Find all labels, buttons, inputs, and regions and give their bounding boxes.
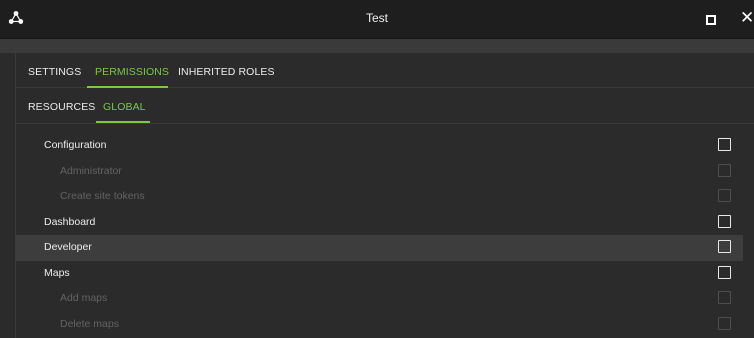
permission-row-configuration[interactable]: Configuration [16, 133, 743, 159]
permission-checkbox[interactable] [718, 214, 731, 228]
subtab-resources[interactable]: RESOURCES [28, 101, 95, 113]
main-tabs: SETTINGS PERMISSIONS INHERITED ROLES [16, 53, 754, 88]
permission-label: Add maps [60, 292, 108, 304]
tab-permissions[interactable]: PERMISSIONS [95, 66, 169, 78]
permission-label: Developer [44, 241, 92, 253]
sub-tabs: RESOURCES GLOBAL [16, 88, 754, 124]
subtab-global[interactable]: GLOBAL [103, 101, 146, 113]
active-subtab-indicator [96, 121, 150, 123]
permission-checkbox[interactable] [718, 189, 731, 202]
permissions-panel: SETTINGS PERMISSIONS INHERITED ROLES RES… [15, 53, 754, 338]
permission-row-developer[interactable]: Developer [16, 235, 743, 261]
toolbar-strip [0, 39, 754, 53]
permission-checkbox[interactable] [718, 138, 731, 151]
permission-row-delete-maps[interactable]: Delete maps [16, 312, 743, 338]
permission-checkbox[interactable] [718, 240, 731, 253]
role-editor-window: Test ✕ SETTINGS PERMISSIONS INHERITED RO… [0, 0, 754, 338]
permission-list: Configuration Administrator Create site … [16, 133, 754, 337]
permission-row-add-maps[interactable]: Add maps [16, 286, 743, 312]
title-bar: Test ✕ [0, 0, 754, 39]
permission-checkbox[interactable] [718, 163, 731, 177]
permission-label: Maps [44, 266, 70, 279]
permission-checkbox[interactable] [718, 291, 731, 304]
maximize-icon[interactable] [706, 15, 716, 25]
permission-label: Dashboard [44, 215, 96, 228]
permission-row-create-site-tokens[interactable]: Create site tokens [16, 184, 743, 210]
tab-settings[interactable]: SETTINGS [28, 66, 81, 78]
permission-label: Configuration [44, 139, 107, 151]
permission-label: Create site tokens [60, 190, 145, 202]
permission-checkbox[interactable] [718, 265, 731, 279]
window-title: Test [365, 11, 388, 25]
permission-row-dashboard[interactable]: Dashboard [16, 210, 743, 236]
permission-row-maps[interactable]: Maps [16, 261, 743, 287]
permission-row-administrator[interactable]: Administrator [16, 159, 743, 185]
close-icon[interactable]: ✕ [740, 9, 754, 27]
permission-label: Administrator [60, 164, 122, 177]
permission-label: Delete maps [60, 317, 119, 330]
tab-inherited-roles[interactable]: INHERITED ROLES [178, 66, 275, 78]
permission-checkbox[interactable] [718, 316, 731, 330]
